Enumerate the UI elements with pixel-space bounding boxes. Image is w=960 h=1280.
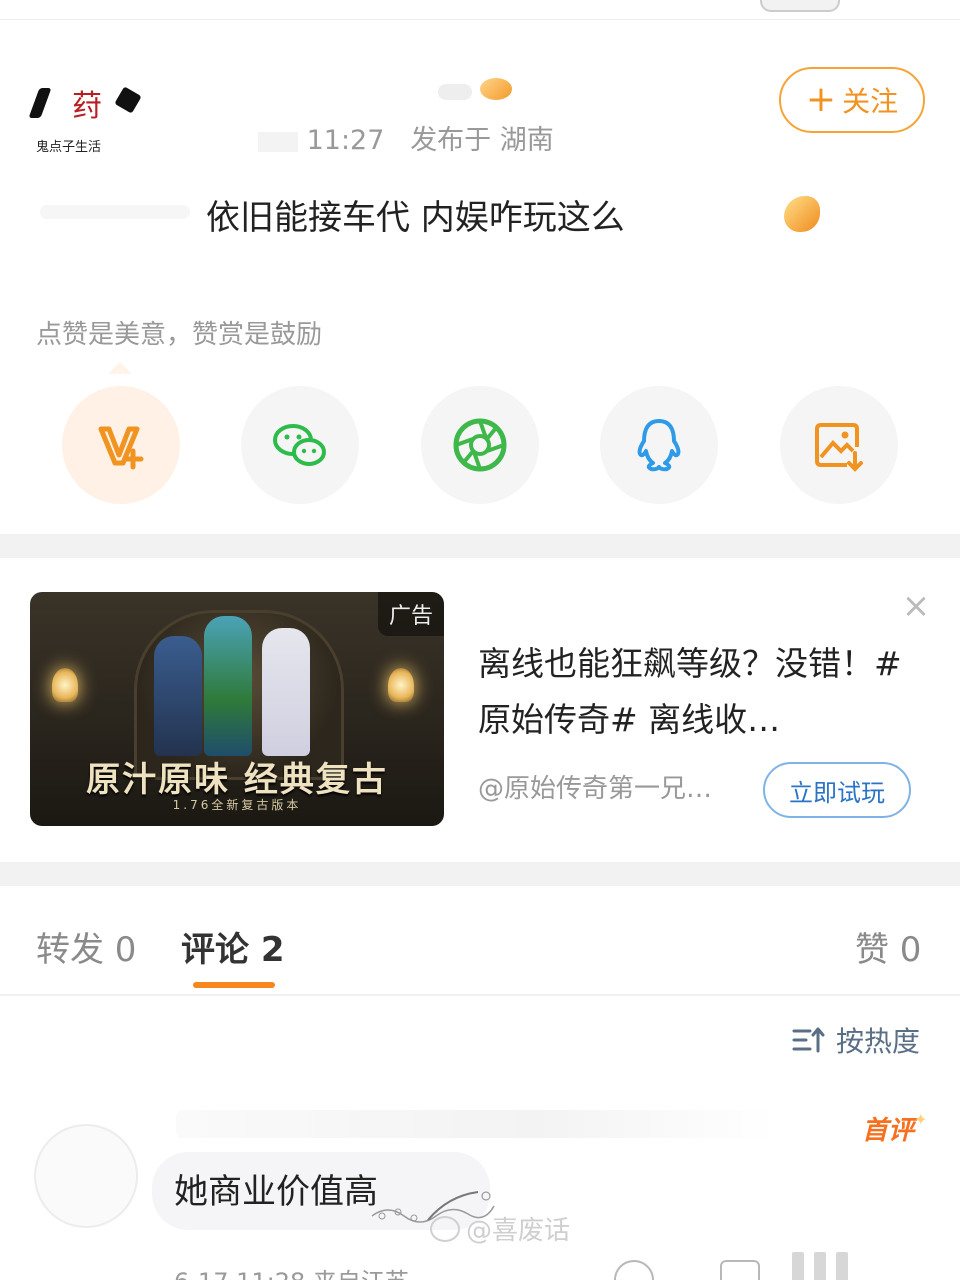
post-text: 依旧能接车代 内娱咋玩这么 — [206, 198, 625, 238]
post-text-blur — [40, 205, 190, 219]
follow-label: 关注 — [842, 85, 899, 118]
qq-icon — [637, 419, 681, 472]
share-wechat-button[interactable] — [241, 386, 359, 504]
wechat-icon — [273, 424, 326, 466]
commenter-avatar[interactable] — [34, 1124, 138, 1228]
username-blur — [438, 84, 472, 100]
sparkle-icon: ✦ — [914, 1110, 928, 1129]
avatar-caption: 鬼点子生活 — [36, 140, 102, 155]
save-image-icon — [815, 423, 863, 472]
reward-tip: 点赞是美意，赞赏是鼓励 — [36, 320, 323, 350]
ad-character — [154, 636, 202, 756]
reward-tip-arrow — [108, 362, 132, 374]
section-divider — [0, 862, 960, 886]
tab-comments[interactable]: 评论 2 — [181, 922, 285, 971]
meta-date-blur — [258, 131, 298, 152]
tabs-divider — [0, 994, 960, 996]
vip-reward-button[interactable] — [62, 386, 180, 504]
first-comment-label: 首评 — [862, 1116, 915, 1146]
ad-lamp — [388, 668, 414, 702]
reply-icon[interactable] — [720, 1260, 760, 1280]
active-tab-indicator — [193, 982, 275, 988]
sort-icon — [792, 1027, 825, 1053]
follow-button[interactable]: + 关注 — [779, 67, 925, 133]
peach-emoji-icon — [480, 78, 512, 100]
share-qq-button[interactable] — [600, 386, 718, 504]
watermark: @喜废话 — [430, 1210, 570, 1247]
peach-emoji-icon — [784, 196, 820, 232]
top-decoration — [760, 0, 840, 12]
bar-decoration — [814, 1252, 826, 1280]
ad-character — [262, 628, 310, 756]
sort-by-hot-button[interactable]: 按热度 — [792, 1020, 920, 1060]
ad-image[interactable]: 原汁原味 经典复古 1.76全新复古版本 广告 — [30, 592, 444, 826]
ad-slogan-sub: 1.76全新复古版本 — [172, 798, 302, 812]
emoji-reply-icon[interactable] — [614, 1260, 654, 1280]
ad-lamp — [52, 668, 78, 702]
bar-decoration — [836, 1252, 848, 1280]
ad-character — [204, 616, 252, 756]
author-avatar[interactable]: 荮 鬼点子生活 — [28, 82, 142, 156]
avatar-seal: 荮 — [72, 89, 102, 124]
ad-source[interactable]: @原始传奇第一兄… — [478, 768, 712, 805]
save-image-button[interactable] — [780, 386, 898, 504]
watermark-text: @喜废话 — [466, 1216, 571, 1246]
moments-icon — [453, 418, 507, 472]
ad-try-now-button[interactable]: 立即试玩 — [763, 762, 911, 818]
ad-title[interactable]: 离线也能狂飙等级？没错！#原始传奇# 离线收… — [478, 636, 928, 748]
vip-reward-icon — [98, 426, 144, 470]
first-comment-badge: 首评✦ — [862, 1110, 927, 1147]
bar-decoration — [792, 1252, 804, 1280]
ad-tag: 广告 — [378, 592, 444, 636]
sort-label: 按热度 — [836, 1025, 921, 1058]
ad-close-icon[interactable]: × — [900, 589, 932, 623]
avatar-ink-stroke — [114, 86, 142, 114]
comment-like-area[interactable] — [792, 1252, 942, 1280]
avatar-ink-stroke — [28, 88, 52, 118]
share-row — [0, 386, 960, 504]
post-meta: 11:27 发布于 湖南 — [258, 118, 554, 157]
top-status-strip — [0, 0, 960, 20]
ad-slogan: 原汁原味 经典复古 — [86, 760, 388, 800]
tab-repost[interactable]: 转发 0 — [36, 922, 136, 971]
post-location: 发布于 湖南 — [410, 125, 554, 156]
comment-text: 她商业价值高 — [174, 1172, 378, 1212]
post-time: 11:27 — [306, 125, 385, 156]
section-divider — [0, 534, 960, 558]
commenter-name-blur — [176, 1110, 776, 1138]
tab-likes[interactable]: 赞 0 — [855, 922, 921, 971]
comment-meta: 6-17 11:28 来自江苏 — [174, 1262, 409, 1280]
plus-icon: + — [805, 79, 837, 120]
share-moments-button[interactable] — [421, 386, 539, 504]
weibo-logo-icon — [430, 1215, 460, 1242]
